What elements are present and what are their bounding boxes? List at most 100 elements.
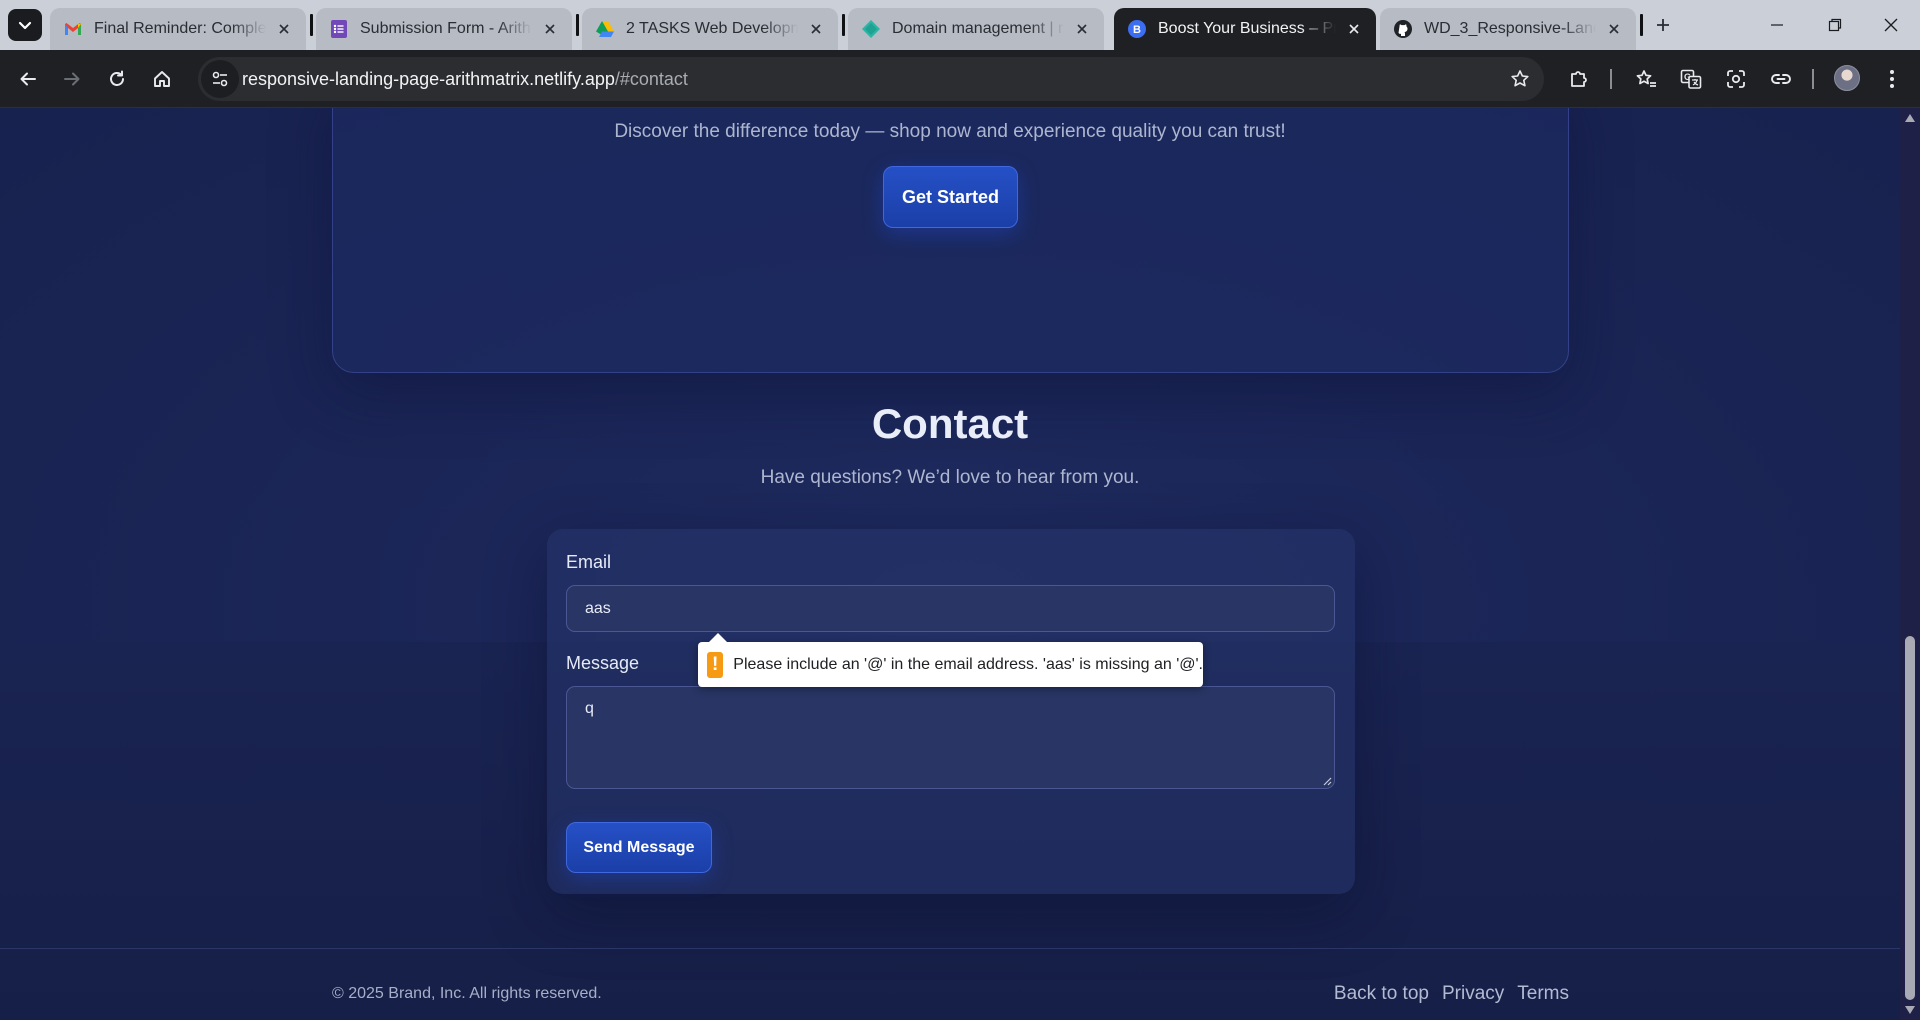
browser-menu-button[interactable] <box>1876 63 1908 95</box>
toolbar-divider <box>1610 69 1612 89</box>
url-host: responsive-landing-page-arithmatrix.netl… <box>242 69 615 89</box>
page-viewport: Discover the difference today — shop now… <box>0 108 1900 1020</box>
arrow-right-icon <box>64 72 80 86</box>
home-button[interactable] <box>146 63 178 95</box>
address-bar[interactable]: responsive-landing-page-arithmatrix.netl… <box>198 57 1544 101</box>
get-started-button[interactable]: Get Started <box>883 166 1018 228</box>
scrollbar-thumb[interactable] <box>1905 636 1915 1000</box>
warning-icon: ! <box>707 651 724 678</box>
close-icon[interactable] <box>1072 19 1092 39</box>
triangle-up-icon <box>1905 114 1915 122</box>
footer-link-terms[interactable]: Terms <box>1517 983 1569 1005</box>
footer-link-back-to-top[interactable]: Back to top <box>1334 983 1429 1005</box>
star-list-icon <box>1636 70 1656 87</box>
profile-avatar[interactable] <box>1834 65 1860 91</box>
tab-search-button[interactable] <box>8 9 42 41</box>
browser-tab-forms[interactable]: Submission Form - ArithMatrix <box>316 8 572 50</box>
browser-tab-netlify[interactable]: Domain management | resp <box>848 8 1104 50</box>
browser-tab-active[interactable]: B Boost Your Business – Products <box>1114 8 1376 50</box>
triangle-down-icon <box>1905 1006 1915 1014</box>
footer-divider <box>0 948 1900 949</box>
google-lens-button[interactable] <box>1720 63 1752 95</box>
email-field[interactable]: aas <box>566 585 1335 632</box>
cta-subtitle: Discover the difference today — shop now… <box>614 121 1286 142</box>
close-icon[interactable] <box>540 19 560 39</box>
bookmarks-button[interactable] <box>1630 63 1662 95</box>
close-icon[interactable] <box>274 19 294 39</box>
extensions-button[interactable] <box>1563 63 1595 95</box>
browser-tab-drive[interactable]: 2 TASKS Web Development <box>582 8 838 50</box>
lens-icon <box>1727 70 1745 88</box>
tab-title: Boost Your Business – Products <box>1158 20 1336 37</box>
cta-card <box>332 108 1569 373</box>
new-tab-button[interactable] <box>1648 10 1678 40</box>
tab-title: Domain management | resp <box>892 20 1064 37</box>
chevron-down-icon <box>18 21 32 30</box>
link-icon <box>1771 74 1791 84</box>
copy-link-button[interactable] <box>1765 63 1797 95</box>
svg-text:B: B <box>1133 24 1141 36</box>
browser-tab-gmail[interactable]: Final Reminder: Complete Your <box>50 8 306 50</box>
page-scrollbar[interactable] <box>1900 108 1920 1020</box>
message-value: q <box>585 700 594 717</box>
close-icon <box>1884 18 1898 32</box>
footer-link-privacy[interactable]: Privacy <box>1442 983 1504 1005</box>
google-forms-icon <box>330 20 348 38</box>
minimize-icon <box>1771 24 1783 26</box>
back-button[interactable] <box>12 63 44 95</box>
translate-button[interactable]: G <box>1675 63 1707 95</box>
tab-separator <box>842 14 845 36</box>
scroll-up-arrow[interactable] <box>1904 112 1916 124</box>
home-icon <box>154 71 170 87</box>
contact-form: Email aas Message q Send Message <box>547 529 1355 894</box>
tab-title: WD_3_Responsive-Landing-Page <box>1424 20 1596 37</box>
footer-links: Back to top Privacy Terms <box>1334 983 1569 1005</box>
contact-title: Contact <box>871 400 1029 447</box>
star-icon <box>1511 70 1529 87</box>
footer-copyright: © 2025 Brand, Inc. All rights reserved. <box>332 985 602 1002</box>
validation-message: Please include an '@' in the email addre… <box>733 655 1203 673</box>
arrow-left-icon <box>20 72 36 86</box>
browser-tab-github[interactable]: WD_3_Responsive-Landing-Page <box>1380 8 1636 50</box>
puzzle-icon <box>1571 71 1587 87</box>
reload-button[interactable] <box>101 63 133 95</box>
bookmark-button[interactable] <box>1504 63 1536 95</box>
gmail-icon <box>64 20 82 38</box>
more-vertical-icon <box>1890 70 1894 88</box>
close-icon[interactable] <box>806 19 826 39</box>
email-label: Email <box>566 552 612 572</box>
plus-icon <box>1657 19 1669 31</box>
contact-subtitle: Have questions? We’d love to hear from y… <box>760 467 1140 488</box>
url-text[interactable]: responsive-landing-page-arithmatrix.netl… <box>242 69 688 90</box>
message-textarea[interactable]: q <box>566 686 1335 789</box>
tab-strip: Final Reminder: Complete Your Submission… <box>0 0 1920 50</box>
tab-title: Submission Form - ArithMatrix <box>360 20 532 37</box>
google-drive-icon <box>596 20 614 38</box>
window-close-button[interactable] <box>1862 0 1920 50</box>
tab-title: Final Reminder: Complete Your <box>94 20 266 37</box>
url-path: /#contact <box>614 69 688 89</box>
tab-separator <box>576 14 579 36</box>
reload-icon <box>110 70 124 86</box>
toolbar-divider <box>1812 69 1814 89</box>
site-info-button[interactable] <box>201 60 239 98</box>
site-favicon: B <box>1128 20 1146 38</box>
tab-separator <box>1640 14 1643 36</box>
restore-button[interactable] <box>1806 0 1864 50</box>
scroll-down-arrow[interactable] <box>1904 1004 1916 1016</box>
message-label: Message <box>566 653 640 673</box>
translate-icon: G <box>1680 69 1702 89</box>
send-message-button[interactable]: Send Message <box>566 822 712 873</box>
tab-separator <box>310 14 313 36</box>
github-icon <box>1394 20 1412 38</box>
netlify-icon <box>862 20 880 38</box>
tune-icon <box>212 71 228 87</box>
restore-icon <box>1828 18 1842 32</box>
resize-grip-icon[interactable] <box>1322 776 1332 786</box>
validation-tooltip: ! Please include an '@' in the email add… <box>698 633 1203 687</box>
close-icon[interactable] <box>1344 19 1364 39</box>
close-icon[interactable] <box>1604 19 1624 39</box>
browser-toolbar: responsive-landing-page-arithmatrix.netl… <box>0 50 1920 108</box>
forward-button[interactable] <box>56 63 88 95</box>
minimize-button[interactable] <box>1748 0 1806 50</box>
